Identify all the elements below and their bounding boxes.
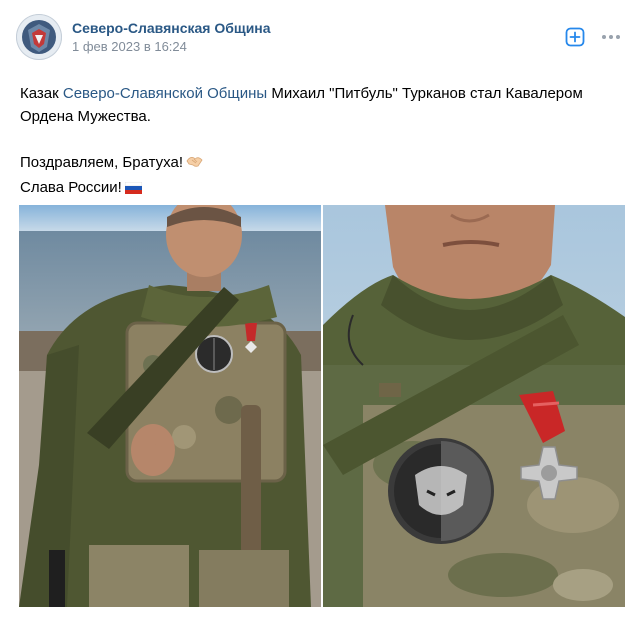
photo-soldier-seaside[interactable]	[19, 205, 321, 607]
russian-flag-icon	[124, 178, 143, 201]
medal-closeup-image	[323, 205, 625, 607]
text-suffix: Михаил "Питбуль" Турканов стал Кавалером	[267, 85, 583, 102]
slogan-text: Слава России!	[20, 179, 122, 196]
post-line-1: Казак Северо-Славянской Общины Михаил "П…	[20, 82, 620, 105]
post-text: Казак Северо-Славянской Общины Михаил "П…	[20, 82, 620, 201]
handshake-emoji-icon	[186, 152, 203, 176]
photo-medal-closeup[interactable]	[323, 205, 625, 607]
more-options-button[interactable]	[600, 29, 622, 45]
soldier-photo-image	[19, 205, 321, 607]
plus-square-icon	[565, 27, 585, 47]
group-name-link[interactable]: Северо-Славянская Община	[72, 20, 271, 36]
congrats-text: Поздравляем, Братуха!	[20, 154, 184, 171]
group-avatar[interactable]	[16, 14, 62, 60]
post-date[interactable]: 1 фев 2023 в 16:24	[72, 39, 187, 54]
add-button[interactable]	[565, 27, 585, 47]
post-line-2: Ордена Мужества.	[20, 108, 151, 125]
community-mention-link[interactable]: Северо-Славянской Общины	[63, 85, 267, 102]
post-line-4: Слава России!	[20, 176, 620, 201]
text-prefix: Казак	[20, 85, 63, 102]
more-horizontal-icon	[602, 35, 620, 39]
post-line-3: Поздравляем, Братуха!	[20, 151, 620, 176]
community-emblem-icon	[17, 15, 61, 59]
